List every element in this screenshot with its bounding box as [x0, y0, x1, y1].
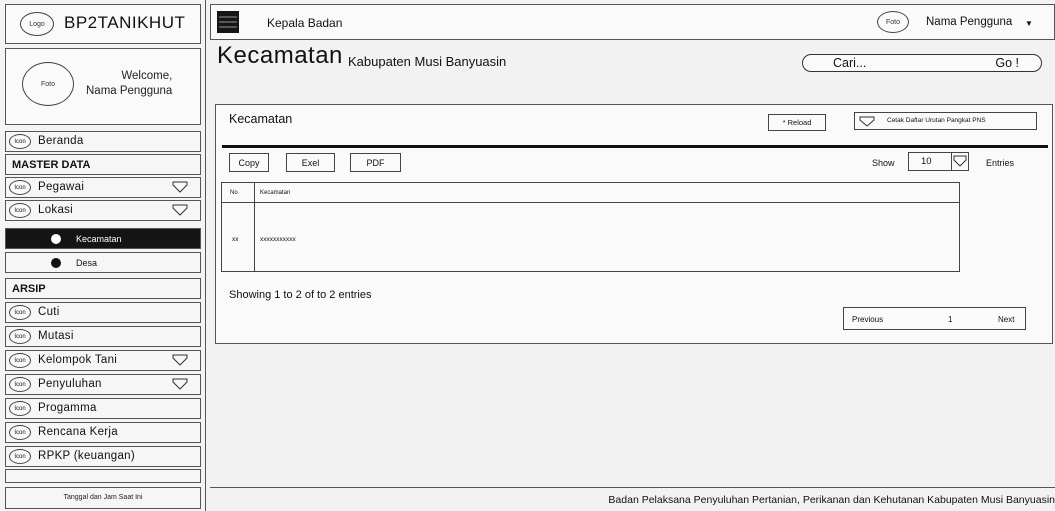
search-placeholder: Cari...: [833, 56, 867, 70]
welcome-text: Welcome, Nama Pengguna: [86, 69, 172, 99]
sidebar-item-rpkp[interactable]: Icon RPKP (keuangan): [5, 446, 201, 467]
sidebar-subitem-label: Kecamatan: [76, 234, 122, 244]
rencana-kerja-icon: Icon: [9, 425, 31, 440]
user-name[interactable]: Nama Pengguna: [926, 16, 1012, 28]
sidebar-item-rencana-kerja[interactable]: Icon Rencana Kerja: [5, 422, 201, 443]
kelompok-tani-icon: Icon: [9, 353, 31, 368]
datetime-label: Tanggal dan Jam Saat Ini: [5, 487, 201, 509]
entries-value: 10: [921, 156, 932, 167]
logo-box: Logo BP2TANIKHUT: [5, 4, 201, 44]
next-button[interactable]: Next: [998, 315, 1014, 324]
sidebar-item-label: Pegawai: [38, 181, 85, 193]
sidebar-item-label: Penyuluhan: [38, 378, 102, 390]
entries-select[interactable]: 10: [908, 152, 969, 171]
copy-button[interactable]: Copy: [229, 153, 269, 172]
welcome-panel: Foto Welcome, Nama Pengguna: [5, 48, 201, 125]
sidebar-item-lokasi[interactable]: Icon Lokasi: [5, 200, 201, 221]
select-toggle[interactable]: [951, 153, 968, 170]
chevron-down-icon: [172, 378, 188, 390]
bullet-icon: [51, 234, 61, 244]
sidebar-subitem-kecamatan[interactable]: Kecamatan: [5, 228, 201, 249]
search-input[interactable]: Cari... Go !: [802, 54, 1042, 72]
sidebar-item-progamma[interactable]: Icon Progamma: [5, 398, 201, 419]
table-info: Showing 1 to 2 of to 2 entries: [229, 289, 372, 301]
reload-button[interactable]: * Reload: [768, 114, 826, 131]
rpkp-icon: Icon: [9, 449, 31, 464]
page-1-button[interactable]: 1: [948, 315, 952, 324]
kecamatan-panel: Kecamatan * Reload Cetak Daftar Urutan P…: [215, 104, 1053, 344]
section-master-data: MASTER DATA: [5, 154, 201, 175]
page-footer: Badan Pelaksana Penyuluhan Pertanian, Pe…: [210, 487, 1055, 509]
top-header: Kepala Badan Foto Nama Pengguna ▼: [210, 4, 1055, 40]
lokasi-icon: Icon: [9, 203, 31, 218]
sidebar-item-label: Rencana Kerja: [38, 426, 118, 438]
brand-name: BP2TANIKHUT: [64, 13, 186, 32]
column-header-kecamatan: Kecamatan: [260, 190, 291, 196]
hamburger-menu-icon[interactable]: [217, 11, 239, 33]
app-root: Logo BP2TANIKHUT Foto Welcome, Nama Peng…: [0, 0, 1055, 511]
footer-text: Badan Pelaksana Penyuluhan Pertanian, Pe…: [608, 494, 1055, 506]
chevron-down-icon: [172, 354, 188, 366]
bullet-icon: [51, 258, 61, 268]
sidebar-subitem-desa[interactable]: Desa: [5, 252, 201, 273]
chevron-down-icon: [172, 204, 188, 216]
pdf-button[interactable]: PDF: [350, 153, 401, 172]
cell-kecamatan: xxxxxxxxxxx: [260, 236, 296, 243]
column-header-no: No: [230, 190, 238, 196]
user-avatar-icon[interactable]: Foto: [877, 11, 909, 33]
sidebar-subitem-label: Desa: [76, 258, 98, 268]
cell-no: xx: [232, 236, 239, 243]
sidebar-item-kelompok-tani[interactable]: Icon Kelompok Tani: [5, 350, 201, 371]
welcome-line1: Welcome,: [121, 70, 173, 82]
data-table: No Kecamatan xx xxxxxxxxxxx: [221, 182, 960, 272]
sidebar: Logo BP2TANIKHUT Foto Welcome, Nama Peng…: [0, 0, 206, 511]
excel-button[interactable]: Exel: [286, 153, 335, 172]
cetak-label: Cetak Daftar Urutan Pangkat PNS: [887, 117, 986, 124]
caret-down-icon[interactable]: ▼: [1025, 19, 1033, 28]
sidebar-item-label: Cuti: [38, 306, 60, 318]
entries-label: Entries: [986, 158, 1015, 168]
show-label: Show: [872, 158, 895, 168]
sidebar-item-penyuluhan[interactable]: Icon Penyuluhan: [5, 374, 201, 395]
column-divider: [254, 183, 255, 271]
table-header: [222, 183, 959, 203]
pegawai-icon: Icon: [9, 180, 31, 195]
role-title: Kepala Badan: [267, 16, 343, 30]
pagination: Previous 1 Next: [843, 307, 1026, 330]
panel-title: Kecamatan: [229, 112, 293, 126]
sidebar-item-label: Mutasi: [38, 330, 74, 342]
progamma-icon: Icon: [9, 401, 31, 416]
home-icon: Icon: [9, 134, 31, 149]
sidebar-item-cuti[interactable]: Icon Cuti: [5, 302, 201, 323]
photo-label: Foto: [40, 80, 55, 88]
sidebar-empty-row: [5, 469, 201, 483]
sidebar-item-label: Kelompok Tani: [38, 354, 118, 366]
cetak-button[interactable]: Cetak Daftar Urutan Pangkat PNS: [854, 112, 1037, 130]
page-title: Kecamatan: [217, 42, 343, 69]
search-go-button[interactable]: Go !: [995, 56, 1019, 70]
sidebar-item-label: Beranda: [38, 135, 84, 147]
avatar-label: Foto: [885, 18, 900, 26]
sidebar-item-mutasi[interactable]: Icon Mutasi: [5, 326, 201, 347]
panel-divider: [222, 145, 1048, 148]
mutasi-icon: Icon: [9, 329, 31, 344]
chevron-down-icon: [859, 116, 875, 127]
page-subtitle: Kabupaten Musi Banyuasin: [348, 54, 507, 69]
cuti-icon: Icon: [9, 305, 31, 320]
user-photo-icon: Foto: [22, 62, 74, 106]
logo-label: Logo: [29, 20, 45, 28]
sidebar-item-label: Progamma: [38, 402, 97, 414]
sidebar-item-pegawai[interactable]: Icon Pegawai: [5, 177, 201, 198]
sidebar-item-label: Lokasi: [38, 204, 74, 216]
welcome-line2: Nama Pengguna: [86, 85, 173, 97]
chevron-down-icon: [172, 181, 188, 193]
sidebar-item-label: RPKP (keuangan): [38, 450, 135, 462]
logo-icon: Logo: [20, 12, 54, 36]
chevron-down-icon: [953, 155, 967, 167]
previous-button[interactable]: Previous: [852, 315, 883, 324]
section-arsip: ARSIP: [5, 278, 201, 299]
penyuluhan-icon: Icon: [9, 377, 31, 392]
sidebar-item-beranda[interactable]: Icon Beranda: [5, 131, 201, 152]
